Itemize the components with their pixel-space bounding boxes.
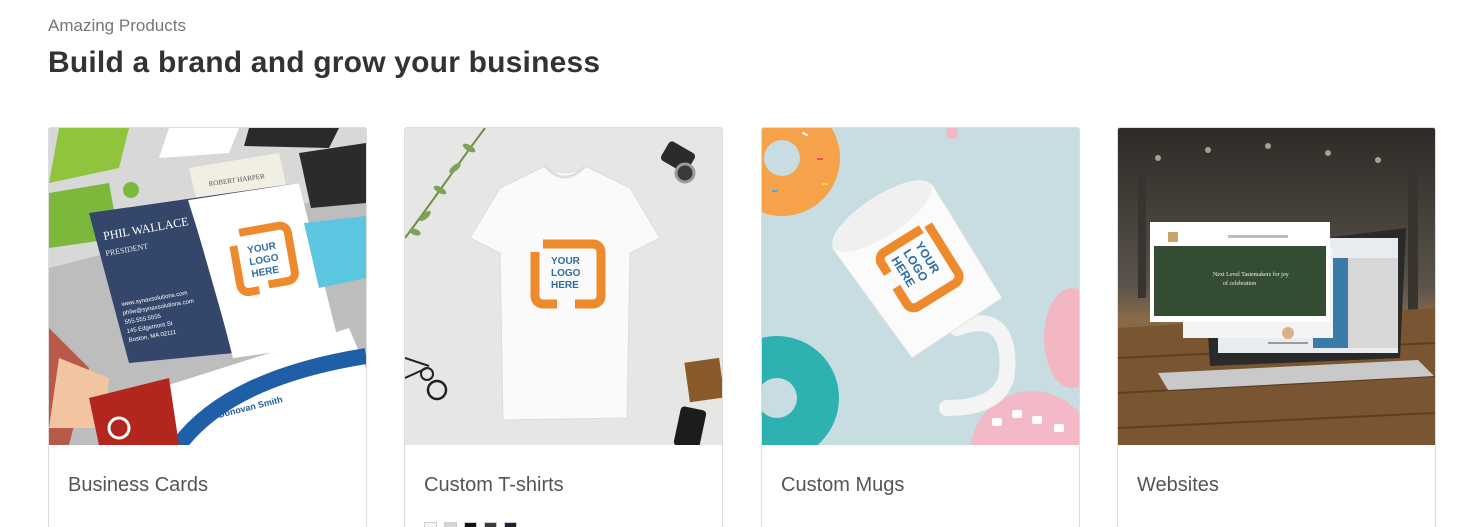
color-swatch-5[interactable] [504,522,517,527]
websites-image[interactable]: Next Level Tastemakers for joy of celebr… [1118,128,1435,445]
business-cards-image[interactable]: ROBERT HARPER PHIL WALLACE PRESIDENT www… [49,128,366,445]
tshirt-logo-line1: YOUR [551,256,581,267]
custom-tshirts-image[interactable]: YOUR LOGO HERE [405,128,722,445]
color-swatch-4[interactable] [484,522,497,527]
section-eyebrow: Amazing Products [48,16,186,35]
custom-mugs-image[interactable]: YOUR LOGO HERE [762,128,1079,445]
website-hero-line1: Next Level Tastemakers for joy [1213,271,1289,278]
website-hero-line2: of celebration [1223,280,1256,287]
tshirt-logo-line2: LOGO [551,268,581,279]
color-swatch-2[interactable] [444,522,457,527]
section-headline: Build a brand and grow your business [48,46,601,79]
product-label-custom-mugs[interactable]: Custom Mugs [781,474,904,497]
product-label-business-cards[interactable]: Business Cards [68,474,208,497]
tshirt-color-swatches [424,522,517,527]
color-swatch-3[interactable] [464,522,477,527]
color-swatch-1[interactable] [424,522,437,527]
product-card-business-cards[interactable]: ROBERT HARPER PHIL WALLACE PRESIDENT www… [48,127,367,527]
product-label-custom-tshirts[interactable]: Custom T-shirts [424,474,564,497]
tshirt-logo-line3: HERE [551,280,579,291]
product-card-websites[interactable]: Next Level Tastemakers for joy of celebr… [1117,127,1436,527]
product-label-websites[interactable]: Websites [1137,474,1219,497]
product-card-custom-tshirts[interactable]: YOUR LOGO HERE Custom T-shirts [404,127,723,527]
product-card-custom-mugs[interactable]: YOUR LOGO HERE Custom Mugs [761,127,1080,527]
